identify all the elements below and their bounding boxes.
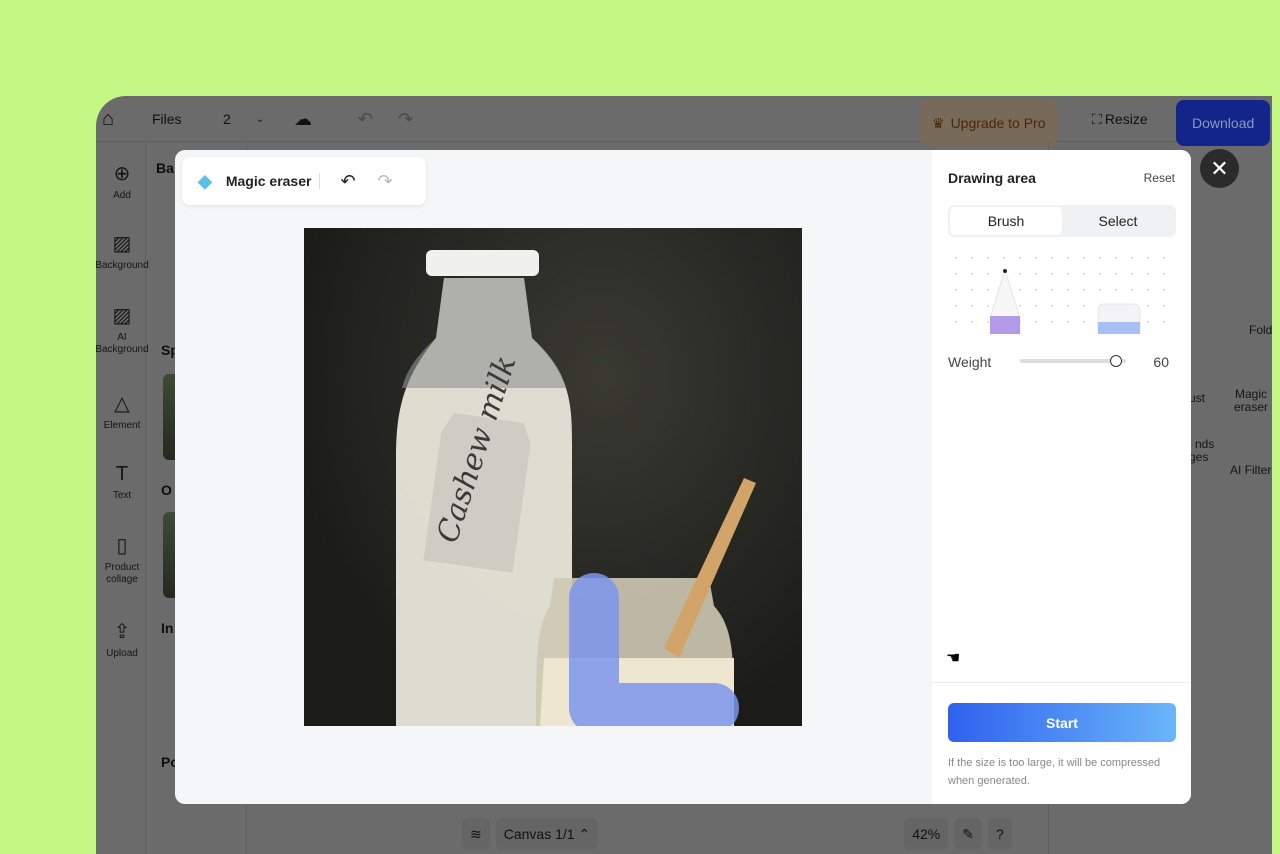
rail-label: AI Background xyxy=(96,332,149,355)
plus-circle-icon: ⊕ xyxy=(113,163,131,185)
help-button[interactable]: ? xyxy=(987,818,1012,850)
rail-ai-background[interactable]: ▨ AI Background xyxy=(96,304,150,356)
cloud-sync-icon[interactable]: ☁ xyxy=(294,96,312,142)
collage-icon: ▯ xyxy=(116,535,128,557)
undo-icon[interactable]: ↶ xyxy=(340,171,355,192)
resize-button[interactable]: ⛶ Resize xyxy=(1092,96,1148,142)
page-count[interactable]: 2 xyxy=(223,96,231,142)
rail-element[interactable]: △ Element xyxy=(96,392,150,432)
pencil-icon[interactable] xyxy=(989,268,1021,334)
tab-select[interactable]: Select xyxy=(1062,207,1174,235)
layers-icon[interactable]: ≋ xyxy=(462,818,490,850)
undo-icon[interactable]: ↶ xyxy=(358,96,373,142)
size-note: If the size is too large, it will be com… xyxy=(948,757,1161,787)
rail-label: Element xyxy=(103,420,141,431)
close-modal-button[interactable]: ✕ xyxy=(1200,149,1239,188)
upload-icon: ⇪ xyxy=(113,621,131,643)
rail-text[interactable]: T Text xyxy=(96,462,150,502)
tool-ai-filter[interactable]: AI Filter xyxy=(1230,464,1271,477)
eraser-icon: ◆ xyxy=(198,170,212,191)
section-heading: In xyxy=(161,620,174,636)
tool-magic-eraser[interactable]: Magic eraser xyxy=(1229,388,1272,414)
left-rail: ⊕ Add ▨ Background ▨ AI Background △ Element… xyxy=(96,142,149,854)
chevron-down-icon[interactable]: ⌄ xyxy=(256,96,264,142)
section-heading: Ba xyxy=(156,160,174,176)
product-photo: Cashew milk xyxy=(396,250,756,726)
drawing-area-heading: Drawing area xyxy=(948,170,1036,186)
ai-background-icon: ▨ xyxy=(112,305,132,327)
rail-label: Text xyxy=(112,490,132,501)
rail-background[interactable]: ▨ Background xyxy=(96,232,150,272)
upgrade-label: Upgrade to Pro xyxy=(950,115,1046,131)
weight-value: 60 xyxy=(1153,354,1169,370)
rail-collage[interactable]: ▯ Product collage xyxy=(96,534,150,586)
files-menu[interactable]: Files xyxy=(152,96,182,142)
weight-slider[interactable] xyxy=(1020,355,1126,367)
redo-icon[interactable]: ↷ xyxy=(398,96,413,142)
bottom-bar: ≋ Canvas 1/1 ⌃ 42% ✎ ? xyxy=(462,818,1012,850)
upgrade-button[interactable]: ♛ Upgrade to Pro xyxy=(920,100,1058,146)
hand-pan-icon[interactable]: ☚ xyxy=(946,648,960,668)
rail-label: Add xyxy=(113,190,131,201)
download-button[interactable]: Download xyxy=(1176,100,1271,146)
rail-label: Upload xyxy=(106,648,138,659)
tab-brush[interactable]: Brush xyxy=(950,207,1062,235)
rail-label: Background xyxy=(96,260,149,271)
tool-backgrounds[interactable]: l nds ges xyxy=(1189,438,1223,464)
redo-icon[interactable]: ↷ xyxy=(378,171,393,192)
magic-eraser-modal: ◆ Magic eraser ↶ ↷ Cashew milk Drawing a… xyxy=(175,150,1191,804)
fold-button[interactable]: Fold xyxy=(1249,324,1272,337)
modal-header: ◆ Magic eraser ↶ ↷ xyxy=(182,157,426,205)
eraser-tool-icon[interactable] xyxy=(1097,303,1141,334)
zoom-level[interactable]: 42% xyxy=(904,818,949,850)
crop-icon: ⛶ xyxy=(1092,110,1102,127)
crown-icon: ♛ xyxy=(932,114,945,131)
mode-toggle: Brush Select xyxy=(948,205,1176,237)
top-bar: ⌂ Files 2 ⌄ ☁ ↶ ↷ ♛ Upgrade to Pro ⛶ Resiz… xyxy=(96,96,1272,146)
canvas-label: Canvas 1/1 xyxy=(503,826,575,842)
text-icon: T xyxy=(115,463,129,485)
divider xyxy=(319,173,321,189)
start-button[interactable]: Start xyxy=(948,703,1176,742)
weight-label: Weight xyxy=(948,354,992,370)
drawing-panel: Drawing area Reset Brush Select Weight 6… xyxy=(932,150,1191,804)
notes-icon[interactable]: ✎ xyxy=(954,818,982,850)
rail-add[interactable]: ⊕ Add xyxy=(96,162,150,202)
close-icon: ✕ xyxy=(1210,155,1229,181)
section-heading: O xyxy=(161,482,172,498)
tool-preview xyxy=(948,250,1176,334)
home-icon[interactable]: ⌂ xyxy=(102,96,114,142)
shapes-icon: △ xyxy=(114,393,130,415)
background-icon: ▨ xyxy=(112,233,132,255)
modal-title: Magic eraser xyxy=(225,173,312,189)
canvas-selector[interactable]: Canvas 1/1 ⌃ xyxy=(495,818,599,850)
tool-adjust[interactable]: ust xyxy=(1189,392,1205,405)
reset-button[interactable]: Reset xyxy=(1144,171,1175,185)
slider-handle[interactable] xyxy=(1110,355,1122,367)
resize-label: Resize xyxy=(1104,111,1148,127)
rail-upload[interactable]: ⇪ Upload xyxy=(96,620,150,660)
photo-canvas[interactable]: Cashew milk xyxy=(304,228,802,726)
divider xyxy=(932,682,1191,683)
rail-label: Product collage xyxy=(104,562,140,585)
